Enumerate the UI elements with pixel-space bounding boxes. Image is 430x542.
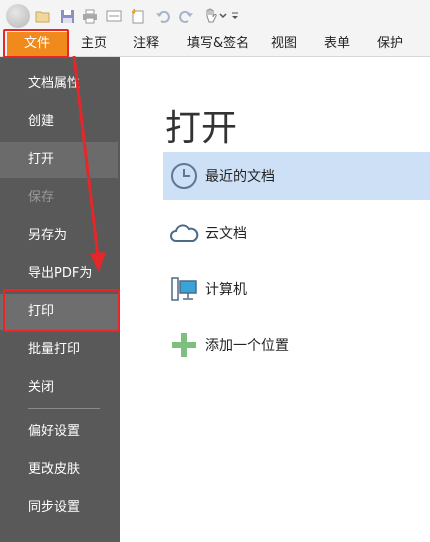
menu-divider [28,408,100,409]
redo-icon[interactable] [178,8,194,24]
tab-fill-sign[interactable]: 填写&签名 [187,32,249,56]
menu-item-batch-print[interactable]: 批量打印 [0,332,118,368]
tab-home[interactable]: 主页 [81,32,107,56]
print-highlight [3,289,120,332]
save-icon[interactable] [59,8,75,24]
add-location-label: 添加一个位置 [205,338,289,354]
scan-icon[interactable] [106,8,122,24]
new-icon[interactable] [130,8,146,24]
open-panel: 打开 最近的文档 云文档 计算机 添加一个位置 [120,57,430,542]
plus-icon [169,330,199,360]
app-button-icon[interactable] [6,4,30,28]
print-icon[interactable] [82,8,98,24]
clock-icon [169,161,199,191]
menu-item-change-skin[interactable]: 更改皮肤 [0,452,118,488]
file-tab-highlight [3,29,69,58]
menu-item-sync-settings[interactable]: 同步设置 [0,490,118,526]
tab-form[interactable]: 表单 [324,32,350,56]
menu-item-open[interactable]: 打开 [0,142,118,178]
tab-protect[interactable]: 保护 [377,32,403,56]
menu-item-close[interactable]: 关闭 [0,370,118,406]
cloud-documents-item[interactable]: 云文档 [163,209,430,257]
cloud-documents-label: 云文档 [205,226,247,242]
recent-documents-item[interactable]: 最近的文档 [163,152,430,200]
quick-access-toolbar [0,0,430,32]
open-folder-icon[interactable] [35,8,51,24]
add-location-item[interactable]: 添加一个位置 [163,321,430,369]
dropdown-icon[interactable] [219,8,227,24]
menu-item-create[interactable]: 创建 [0,104,118,140]
computer-label: 计算机 [205,282,247,298]
menu-item-export-pdf[interactable]: 导出PDF为 [0,256,118,292]
menu-item-preferences[interactable]: 偏好设置 [0,414,118,450]
computer-item[interactable]: 计算机 [163,265,430,313]
menu-item-save-as[interactable]: 另存为 [0,218,118,254]
cloud-icon [169,218,199,248]
hand-tool-icon[interactable] [203,8,219,24]
computer-icon [169,274,199,304]
undo-icon[interactable] [155,8,171,24]
tab-view[interactable]: 视图 [271,32,297,56]
menu-item-save: 保存 [28,190,55,205]
tab-comment[interactable]: 注释 [133,32,159,56]
menu-item-document-properties[interactable]: 文档属性 [0,66,118,102]
customize-icon[interactable] [231,8,239,24]
page-title: 打开 [165,108,238,149]
recent-documents-label: 最近的文档 [205,169,275,185]
